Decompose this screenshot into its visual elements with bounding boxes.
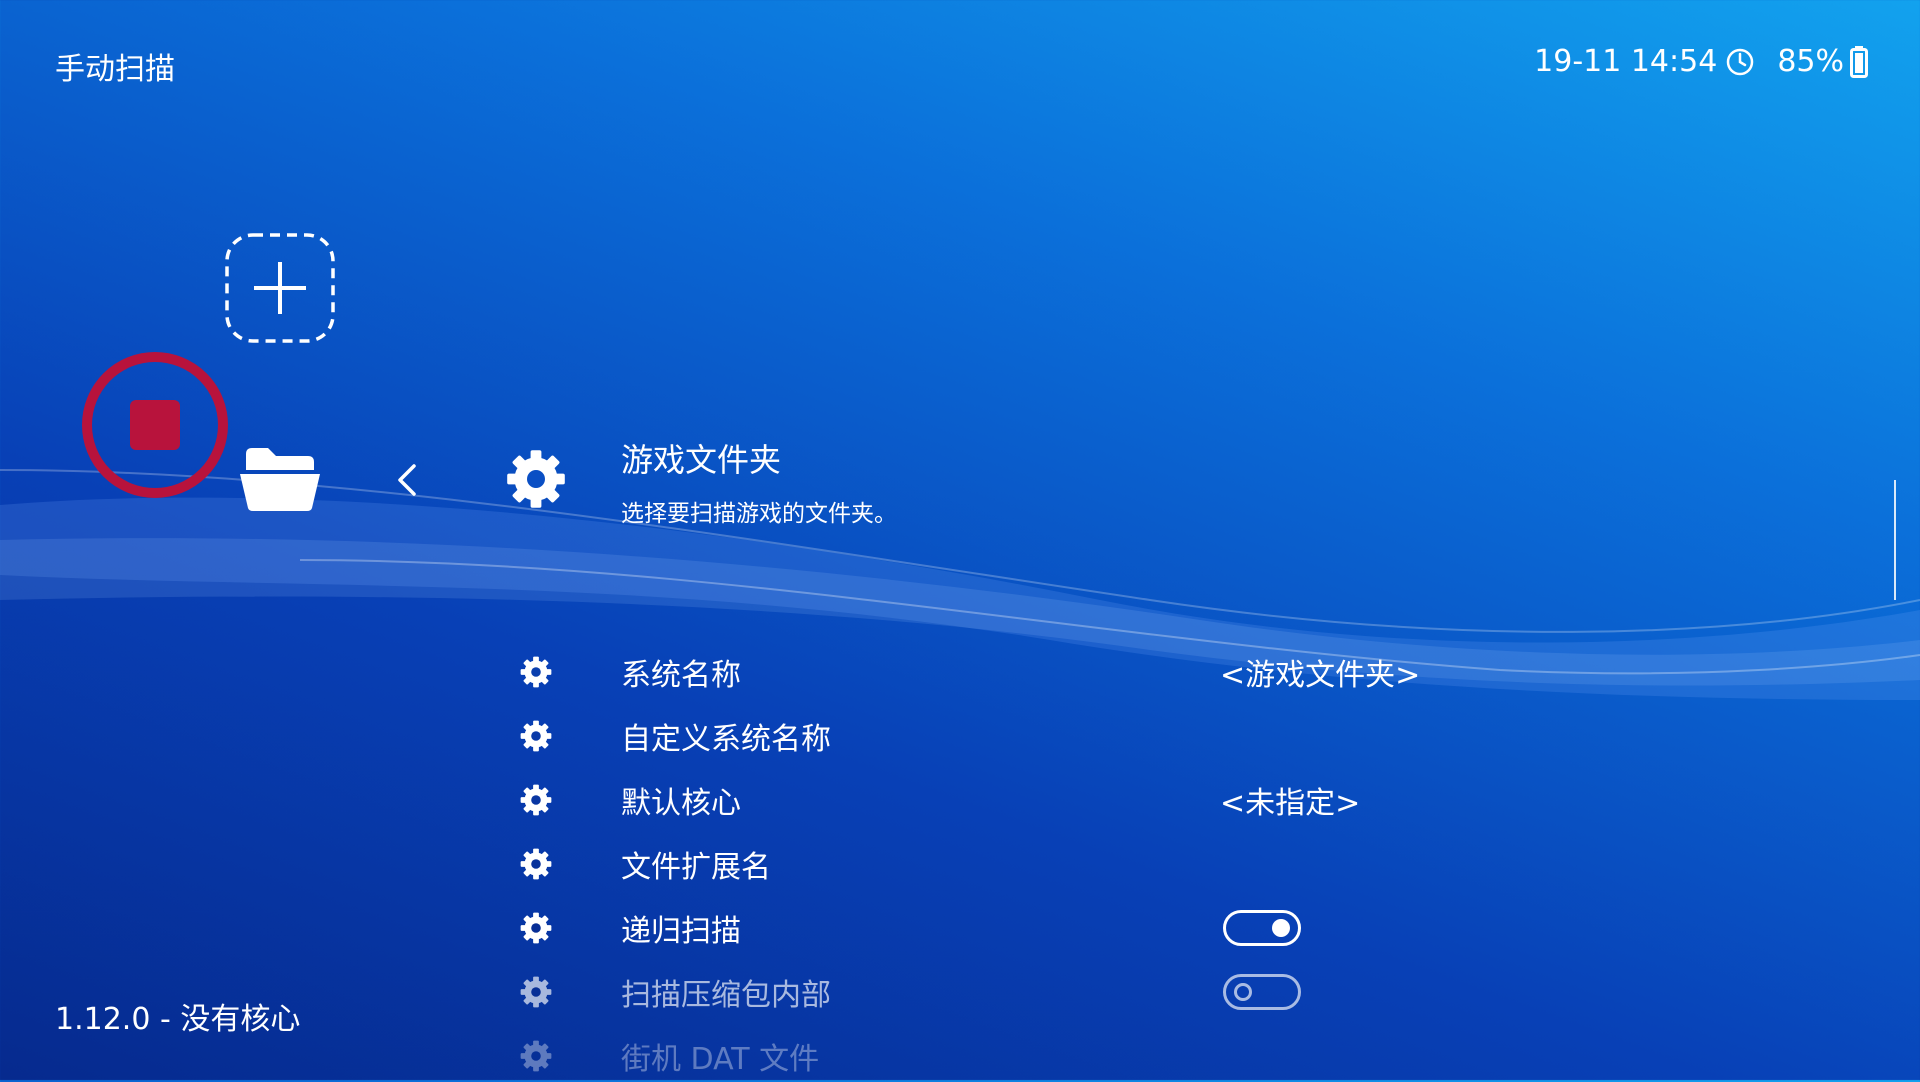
- menu-item-label: 默认核心: [621, 786, 741, 821]
- menu-item-recursive-scan[interactable]: 递归扫描: [520, 902, 1400, 954]
- menu-item-default-core[interactable]: 默认核心 <未指定>: [520, 774, 1400, 826]
- toggle-knob: [1234, 983, 1252, 1001]
- menu-item-system-name[interactable]: 系统名称 <游戏文件夹>: [520, 646, 1420, 698]
- menu-item-custom-system-name[interactable]: 自定义系统名称: [520, 710, 1400, 762]
- gear-icon: [520, 1040, 552, 1072]
- battery-icon: [1850, 45, 1868, 78]
- gear-icon: [520, 720, 552, 752]
- scan-archives-toggle[interactable]: [1223, 974, 1301, 1010]
- menu-item-label: 文件扩展名: [621, 850, 771, 885]
- gear-icon: [520, 848, 552, 880]
- date-time: 19-11 14:54: [1534, 44, 1718, 79]
- menu-item-arcade-dat-file[interactable]: 街机 DAT 文件: [520, 1030, 1400, 1082]
- status-bar: 19-11 14:54 85%: [1534, 44, 1868, 79]
- gear-icon: [520, 912, 552, 944]
- gear-icon: [520, 784, 552, 816]
- toggle-knob: [1272, 919, 1290, 937]
- gear-icon: [520, 656, 552, 688]
- battery-level: 85%: [1777, 44, 1844, 79]
- menu-item-label: 自定义系统名称: [621, 722, 831, 757]
- menu-item-value: <未指定>: [1220, 786, 1361, 821]
- menu-item-label: 扫描压缩包内部: [621, 978, 831, 1013]
- scrollbar[interactable]: [1894, 480, 1896, 600]
- menu-item-label: 街机 DAT 文件: [621, 1042, 820, 1077]
- version-label: 1.12.0 - 没有核心: [55, 1002, 301, 1037]
- menu-item-file-extensions[interactable]: 文件扩展名: [520, 838, 1400, 890]
- folder-icon[interactable]: [238, 444, 322, 512]
- gear-icon: [507, 450, 565, 508]
- gear-icon: [520, 976, 552, 1008]
- plus-icon[interactable]: [224, 232, 336, 344]
- menu-item-scan-inside-archives[interactable]: 扫描压缩包内部: [520, 966, 1400, 1018]
- stop-icon[interactable]: [80, 350, 230, 500]
- menu-item-value: <游戏文件夹>: [1220, 658, 1421, 693]
- menu-item-label: 递归扫描: [621, 914, 741, 949]
- chevron-left-icon[interactable]: [392, 460, 422, 500]
- section-title: 游戏文件夹: [621, 441, 782, 479]
- menu-item-label: 系统名称: [621, 658, 741, 693]
- page-title: 手动扫描: [55, 52, 175, 87]
- recursive-scan-toggle[interactable]: [1223, 910, 1301, 946]
- clock-icon: [1727, 48, 1754, 75]
- section-subtitle: 选择要扫描游戏的文件夹。: [621, 501, 897, 527]
